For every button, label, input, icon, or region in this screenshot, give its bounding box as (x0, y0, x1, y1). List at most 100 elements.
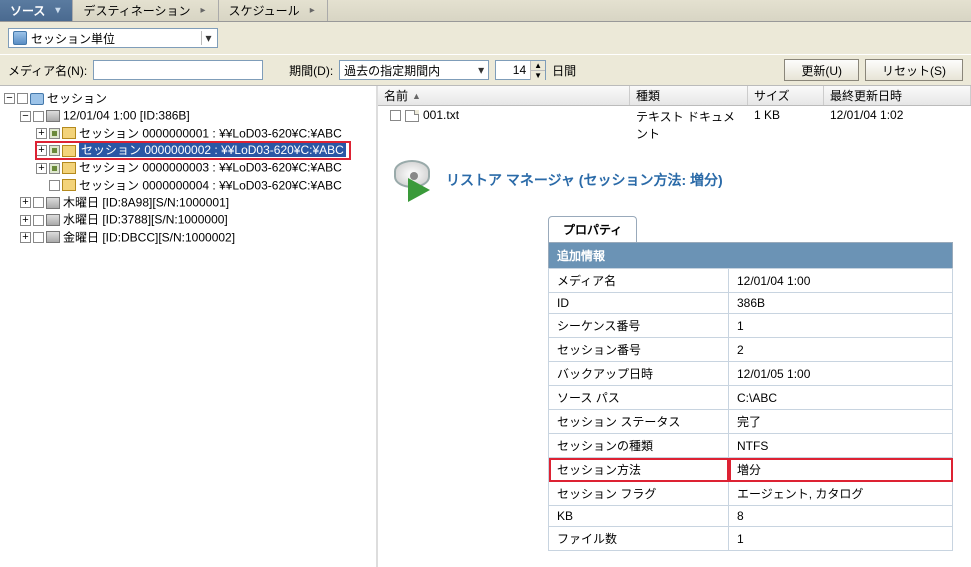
property-value: 12/01/04 1:00 (729, 269, 953, 293)
col-type[interactable]: 種類 (630, 86, 748, 105)
property-row: ソース パスC:\ABC (549, 386, 953, 410)
period-count-spinner[interactable]: ▲▼ (495, 60, 546, 80)
expand-icon[interactable]: + (36, 128, 47, 139)
property-key: ソース パス (549, 386, 729, 410)
chevron-down-icon[interactable]: ▾ (201, 31, 215, 45)
tape-icon (46, 231, 60, 243)
property-row: シーケンス番号1 (549, 314, 953, 338)
period-value: 過去の指定期間内 (344, 62, 440, 79)
property-key: シーケンス番号 (549, 314, 729, 338)
folder-icon (62, 145, 76, 157)
tree-label: セッション 0000000001 : ¥¥LoD03-620¥C:¥ABC (79, 126, 342, 140)
checkbox[interactable] (33, 232, 44, 243)
tree-session[interactable]: + セッション 0000000001 : ¥¥LoD03-620¥C:¥ABC (36, 125, 374, 142)
tree-root[interactable]: −セッション −12/01/04 1:00 [ID:386B] +セッション 0… (4, 90, 374, 246)
restore-header: リストア マネージャ (セッション方法: 増分) (378, 144, 971, 216)
expand-icon[interactable]: + (36, 163, 47, 174)
collapse-icon[interactable]: − (20, 111, 31, 122)
tree-day[interactable]: +水曜日 [ID:3788][S/N:1000000] (20, 211, 374, 228)
checkbox[interactable] (49, 145, 60, 156)
update-button[interactable]: 更新(U) (784, 59, 859, 81)
tab-bar: ソース▾ デスティネーション▸ スケジュール▸ (0, 0, 971, 22)
tree-pane[interactable]: −セッション −12/01/04 1:00 [ID:386B] +セッション 0… (0, 86, 378, 567)
expand-icon[interactable]: + (20, 215, 31, 226)
checkbox[interactable] (49, 163, 60, 174)
property-key: セッション フラグ (549, 482, 729, 506)
checkbox[interactable] (390, 110, 401, 121)
property-row: ID386B (549, 293, 953, 314)
expand-icon[interactable]: + (20, 197, 31, 208)
col-name[interactable]: 名前▲ (378, 86, 630, 105)
tape-icon (46, 110, 60, 122)
tree-session-selected[interactable]: +セッション 0000000002 : ¥¥LoD03-620¥C:¥ABC (36, 142, 374, 159)
property-key: ID (549, 293, 729, 314)
chevron-right-icon: ▸ (200, 5, 205, 16)
property-value: 1 (729, 527, 953, 551)
chevron-right-icon: ▸ (310, 5, 315, 16)
folder-icon (62, 179, 76, 191)
period-unit: 日間 (552, 62, 576, 79)
property-row: KB8 (549, 506, 953, 527)
filter-bar: メディア名(N): 期間(D): 過去の指定期間内 ▾ ▲▼ 日間 更新(U) … (0, 54, 971, 86)
restore-title: リストア マネージャ (セッション方法: 増分) (446, 170, 723, 190)
property-key: セッション方法 (549, 458, 729, 482)
collapse-icon[interactable]: − (4, 93, 15, 104)
media-name-input[interactable] (93, 60, 263, 80)
sort-asc-icon: ▲ (412, 91, 421, 101)
property-value: NTFS (729, 434, 953, 458)
col-size[interactable]: サイズ (748, 86, 824, 105)
checkbox[interactable] (33, 111, 44, 122)
checkbox[interactable] (49, 128, 60, 139)
property-key: ファイル数 (549, 527, 729, 551)
tree-media[interactable]: −12/01/04 1:00 [ID:386B] +セッション 00000000… (20, 107, 374, 194)
property-row: セッション方法増分 (549, 458, 953, 482)
checkbox[interactable] (49, 180, 60, 191)
tab-destination[interactable]: デスティネーション▸ (73, 0, 218, 21)
tree-day[interactable]: +木曜日 [ID:8A98][S/N:1000001] (20, 194, 374, 211)
content-pane: 名前▲ 種類 サイズ 最終更新日時 001.txt テキスト ドキュメント 1 … (378, 86, 971, 567)
property-row: バックアップ日時12/01/05 1:00 (549, 362, 953, 386)
property-value: 1 (729, 314, 953, 338)
checkbox[interactable] (33, 215, 44, 226)
expand-icon[interactable]: + (36, 145, 47, 156)
period-count-input[interactable] (496, 61, 530, 79)
property-value: 8 (729, 506, 953, 527)
tree-label: セッション 0000000003 : ¥¥LoD03-620¥C:¥ABC (79, 161, 342, 175)
tab-properties[interactable]: プロパティ (548, 216, 637, 242)
spin-up-icon[interactable]: ▲ (531, 61, 545, 71)
property-value: C:\ABC (729, 386, 953, 410)
property-row: セッション ステータス完了 (549, 410, 953, 434)
property-row: セッションの種類NTFS (549, 434, 953, 458)
property-row: メディア名12/01/04 1:00 (549, 269, 953, 293)
reset-button[interactable]: リセット(S) (865, 59, 963, 81)
property-value: 完了 (729, 410, 953, 434)
property-row: セッション フラグエージェント, カタログ (549, 482, 953, 506)
period-select[interactable]: 過去の指定期間内 ▾ (339, 60, 489, 80)
tab-source[interactable]: ソース▾ (0, 0, 73, 21)
tree-day[interactable]: +金曜日 [ID:DBCC][S/N:1000002] (20, 229, 374, 246)
col-date[interactable]: 最終更新日時 (824, 86, 971, 105)
spin-down-icon[interactable]: ▼ (531, 71, 545, 80)
view-mode-value: セッション単位 (31, 30, 115, 47)
file-list-header: 名前▲ 種類 サイズ 最終更新日時 (378, 86, 971, 106)
tree-label: セッション (47, 91, 107, 105)
view-mode-select[interactable]: セッション単位 ▾ (8, 28, 218, 48)
property-section-header: 追加情報 (549, 243, 953, 269)
property-value: エージェント, カタログ (729, 482, 953, 506)
expand-icon[interactable]: + (20, 232, 31, 243)
tab-schedule[interactable]: スケジュール▸ (219, 0, 328, 21)
tree-session[interactable]: セッション 0000000004 : ¥¥LoD03-620¥C:¥ABC (36, 177, 374, 194)
file-row[interactable]: 001.txt テキスト ドキュメント 1 KB 12/01/04 1:02 (378, 106, 971, 144)
file-icon (405, 110, 419, 122)
property-key: セッション ステータス (549, 410, 729, 434)
property-key: セッション番号 (549, 338, 729, 362)
tree-label: 12/01/04 1:00 [ID:386B] (63, 109, 190, 123)
property-value: 2 (729, 338, 953, 362)
checkbox[interactable] (17, 93, 28, 104)
session-tree: −セッション −12/01/04 1:00 [ID:386B] +セッション 0… (2, 90, 374, 246)
checkbox[interactable] (33, 197, 44, 208)
property-value: 12/01/05 1:00 (729, 362, 953, 386)
toolbar-view: セッション単位 ▾ (0, 22, 971, 54)
tree-session[interactable]: + セッション 0000000003 : ¥¥LoD03-620¥C:¥ABC (36, 159, 374, 176)
chevron-down-icon[interactable]: ▾ (472, 63, 484, 77)
